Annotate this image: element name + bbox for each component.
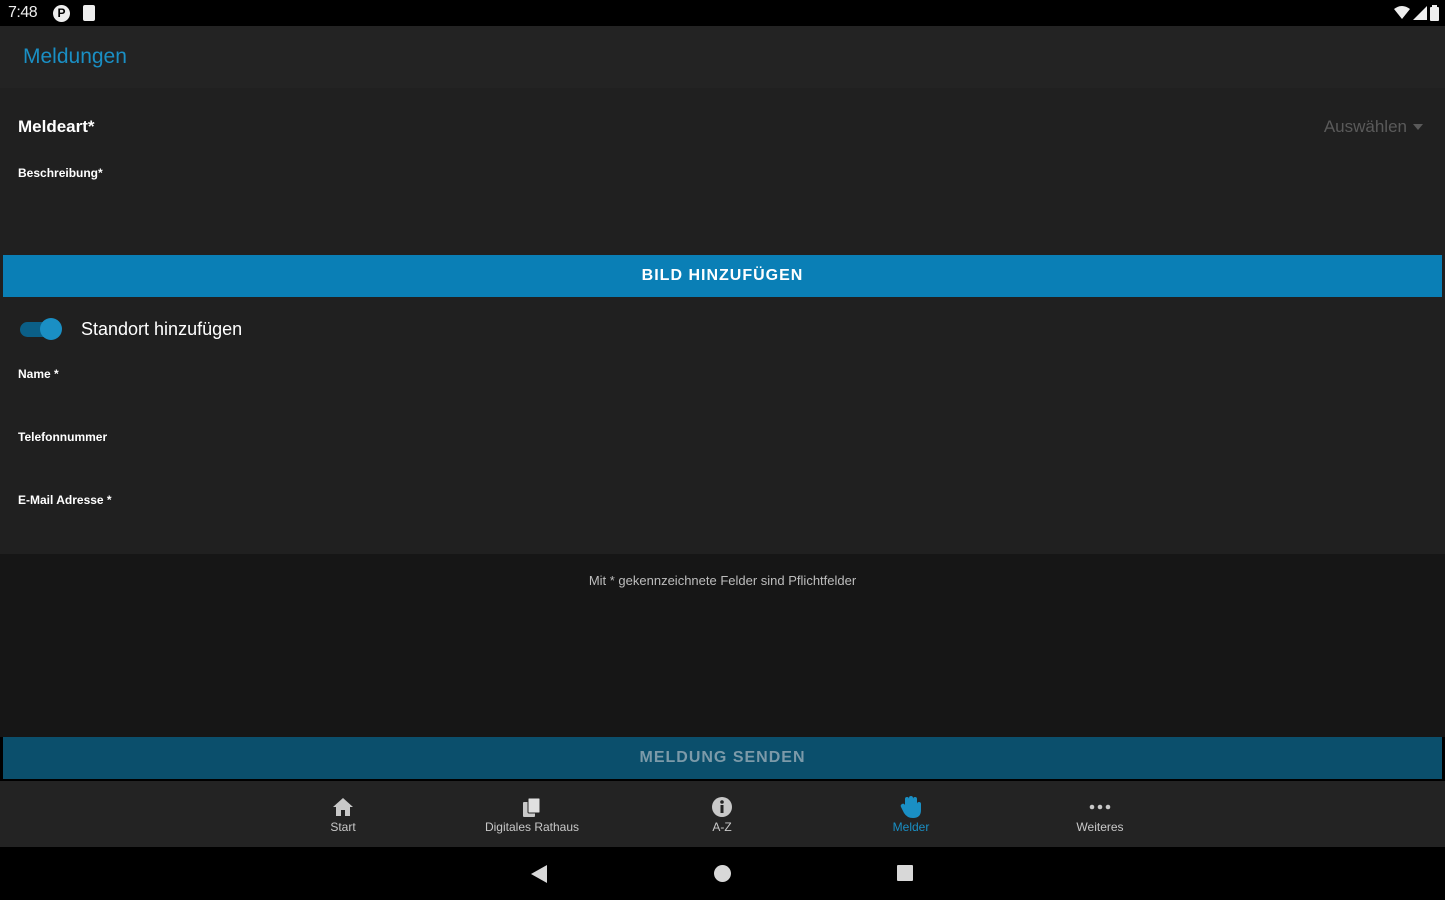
- status-bar: 7:48 P: [0, 0, 1445, 26]
- nav-label-weiteres: Weiteres: [1076, 819, 1124, 834]
- home-icon: [331, 795, 355, 819]
- nav-label-digitales-rathaus: Digitales Rathaus: [484, 819, 580, 834]
- nav-label-start: Start: [330, 819, 356, 834]
- nav-item-start[interactable]: Start: [313, 781, 373, 847]
- home-circle-icon[interactable]: [713, 864, 732, 883]
- meldeart-select[interactable]: Auswählen: [1324, 117, 1423, 137]
- status-right-icons: [1394, 5, 1439, 21]
- location-toggle-row[interactable]: Standort hinzufügen: [20, 314, 242, 344]
- send-report-button[interactable]: MELDUNG SENDEN: [3, 737, 1442, 779]
- nav-label-a-z: A-Z: [712, 819, 732, 834]
- signal-icon: [1413, 6, 1427, 20]
- location-toggle-label: Standort hinzufügen: [81, 318, 243, 339]
- description-label: Beschreibung*: [18, 166, 103, 180]
- report-form: Meldeart* Auswählen Beschreibung* BILD H…: [0, 88, 1445, 554]
- parking-notification-icon: P: [53, 5, 70, 22]
- chevron-down-icon: [1413, 124, 1423, 130]
- battery-icon: [1430, 5, 1439, 21]
- page-title: Meldungen: [23, 45, 127, 68]
- location-toggle[interactable]: [20, 316, 62, 342]
- documents-icon: [520, 795, 544, 819]
- meldeart-select-value: Auswählen: [1323, 117, 1407, 136]
- name-field-label: Name *: [18, 367, 59, 381]
- required-fields-note: Mit * gekennzeichnete Felder sind Pflich…: [588, 573, 857, 588]
- info-icon: [710, 795, 734, 819]
- recents-icon[interactable]: [896, 864, 914, 882]
- nav-item-melder[interactable]: Melder: [880, 781, 942, 847]
- nav-label-melder: Melder: [892, 819, 930, 834]
- app-bar: Meldungen: [0, 26, 1445, 88]
- email-field-label: E-Mail Adresse *: [18, 493, 112, 507]
- system-navigation-bar: [0, 847, 1445, 900]
- wifi-icon: [1394, 6, 1410, 19]
- sd-card-icon: [83, 5, 95, 21]
- status-time: 7:48: [8, 4, 38, 21]
- phone-field-label: Telefonnummer: [18, 430, 108, 444]
- meldeart-label: Meldeart*: [18, 117, 95, 136]
- nav-item-weiteres[interactable]: Weiteres: [1065, 781, 1135, 847]
- info-area: Mit * gekennzeichnete Felder sind Pflich…: [0, 554, 1445, 737]
- bottom-navigation: Start Digitales Rathaus A-Z Melder Weite…: [0, 781, 1445, 847]
- toggle-thumb: [40, 318, 62, 340]
- add-image-button[interactable]: BILD HINZUFÜGEN: [3, 255, 1442, 297]
- more-icon: [1088, 795, 1112, 819]
- nav-item-digitales-rathaus[interactable]: Digitales Rathaus: [472, 781, 592, 847]
- back-icon[interactable]: [530, 864, 548, 884]
- nav-item-a-z[interactable]: A-Z: [692, 781, 752, 847]
- hand-icon: [899, 795, 923, 819]
